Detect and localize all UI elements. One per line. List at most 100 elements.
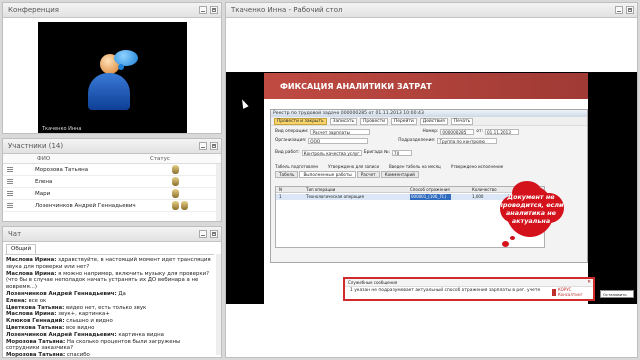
participants-columns: ФИО Статус: [3, 154, 221, 164]
column-n: N: [279, 187, 282, 192]
desktop-panel: Ткаченко Инна - Рабочий стол ФИКСАЦИЯ АН…: [225, 2, 638, 358]
chat-text: звук+, картинка+: [56, 311, 110, 318]
column-qty: Количество: [472, 187, 497, 192]
speech-bubble-tail: [118, 64, 124, 70]
checkbox-month-timesheet[interactable]: Введен табель на месяц: [389, 164, 441, 169]
organization-field[interactable]: ООО: [308, 137, 369, 144]
chat-message: Морозова Татьяна: спасибо: [6, 352, 213, 358]
minimize-icon[interactable]: [199, 142, 207, 150]
logo-text: КОРУС Консалтинг: [557, 287, 583, 297]
organization-label: Организация:: [275, 138, 307, 143]
maximize-icon[interactable]: [210, 230, 218, 238]
selected-cell[interactable]: 000001_(100_TC): [410, 194, 451, 200]
chat-title: Чат: [8, 230, 22, 238]
chat-message: Цветкова Татьяна: видео нет, есть только…: [6, 305, 213, 312]
participants-title: Участники (14): [8, 142, 64, 150]
work-kind-label: Вид работ:: [275, 150, 300, 155]
desktop-title: Ткаченко Инна - Рабочий стол: [231, 6, 343, 14]
speech-bubble-icon: [114, 50, 138, 66]
service-messages-title: Служебные сообщения: [345, 279, 593, 287]
menu-icon[interactable]: [7, 191, 13, 196]
chat-author: Морозова Татьяна:: [6, 352, 66, 358]
goto-button[interactable]: Перейти: [391, 117, 417, 125]
chat-message: Лозенчинков Андрей Геннадьевич: картинка…: [6, 332, 213, 339]
column-name[interactable]: ФИО: [3, 156, 150, 162]
maximize-icon[interactable]: [626, 6, 634, 14]
company-logo: КОРУС Консалтинг: [552, 287, 588, 297]
erp-tabs: Табель Выполненные работы Расчет Коммент…: [275, 171, 419, 178]
conference-panel: Конференция Ткаченко Инна: [2, 2, 222, 134]
stop-button[interactable]: Остановить: [600, 290, 634, 298]
status-checkboxes: Табель подготовлен Утверждено для записи…: [275, 164, 503, 169]
chat-text: Да: [116, 290, 126, 297]
work-kind-field[interactable]: Контроль качества услуг: [301, 149, 362, 156]
minimize-icon[interactable]: [199, 6, 207, 14]
chat-message: Клюков Геннадий: слышно и видно: [6, 318, 213, 325]
save-button[interactable]: Записать: [329, 117, 358, 125]
chat-author: Маслова Ирина:: [6, 270, 57, 277]
chat-text: спасибо: [65, 352, 90, 358]
menu-icon[interactable]: [7, 167, 13, 172]
maximize-icon[interactable]: [210, 142, 218, 150]
participant-name: Лозенчинков Андрей Геннадьевич: [35, 202, 136, 209]
list-item[interactable]: Елена: [3, 176, 221, 188]
participant-name: Мари: [35, 190, 51, 197]
shared-screen: ФИКСАЦИЯ АНАЛИТИКИ ЗАТРАТ Реестр по труд…: [226, 72, 637, 304]
microphone-icon: [172, 200, 179, 210]
menu-icon[interactable]: [7, 203, 13, 208]
tab-completed-work[interactable]: Выполненные работы: [299, 171, 356, 178]
minimize-icon[interactable]: [199, 230, 207, 238]
chat-author: Клюков Геннадий:: [6, 318, 65, 325]
checkbox-timesheet-ready[interactable]: Табель подготовлен: [275, 164, 318, 169]
brigade-field[interactable]: 70: [391, 149, 412, 156]
chat-text: видео нет, есть только звук: [64, 304, 147, 311]
list-item[interactable]: Морозова Татьяна: [3, 164, 221, 176]
erp-window-title: Реестр по трудовой задаче 000000285 от 0…: [271, 110, 587, 117]
scrollbar[interactable]: [216, 164, 221, 221]
minimize-icon[interactable]: [615, 6, 623, 14]
date-label: от:: [476, 129, 483, 134]
microphone-icon: [172, 164, 179, 174]
tab-timesheet[interactable]: Табель: [275, 171, 299, 178]
participants-header: Участники (14): [3, 139, 221, 154]
participant-name: Морозова Татьяна: [35, 166, 89, 173]
row-n: 1: [279, 194, 282, 199]
department-field[interactable]: Группа по контролю: [437, 137, 498, 144]
menu-icon[interactable]: [7, 179, 13, 184]
post-button[interactable]: Провести: [360, 117, 388, 125]
chat-message: Морозова Татьяна: На сколько процентов б…: [6, 339, 213, 353]
erp-toolbar: Провести и закрыть Записать Провести Пер…: [271, 117, 587, 126]
presentation-slide: ФИКСАЦИЯ АНАЛИТИКИ ЗАТРАТ Реестр по труд…: [264, 73, 595, 304]
column-type: Тип операции: [306, 187, 336, 192]
checkbox-approved-exec[interactable]: Утверждено исполнение: [451, 164, 503, 169]
brigade-label: Бригада №:: [363, 150, 390, 155]
slide-title: ФИКСАЦИЯ АНАЛИТИКИ ЗАТРАТ: [264, 73, 588, 99]
close-icon[interactable]: ✕: [587, 280, 591, 285]
mouse-cursor-icon: [239, 98, 249, 109]
row-type: Технологическая операция: [306, 194, 364, 199]
number-field[interactable]: 000000285: [440, 128, 475, 135]
tab-comment[interactable]: Комментарий: [380, 171, 419, 178]
chat-author: Цветкова Татьяна:: [6, 324, 65, 331]
list-item[interactable]: Мари: [3, 188, 221, 200]
participant-name: Елена: [35, 178, 53, 185]
number-label: Номер:: [422, 129, 439, 134]
print-button[interactable]: Печать: [450, 117, 474, 125]
date-field[interactable]: 01.11.2013: [485, 128, 519, 135]
video-caption: Ткаченко Инна: [42, 126, 82, 132]
operation-field[interactable]: Расчет зарплаты: [310, 128, 371, 135]
tab-general[interactable]: Общий: [6, 244, 37, 254]
column-status[interactable]: Статус: [150, 156, 170, 162]
chat-text: слышно и видно: [64, 318, 113, 325]
post-and-close-button[interactable]: Провести и закрыть: [274, 117, 327, 125]
conference-title: Конференция: [8, 6, 59, 14]
tab-calculation[interactable]: Расчет: [356, 171, 380, 178]
chat-author: Лозенчинков Андрей Геннадьевич:: [6, 331, 117, 338]
chat-text: все ок: [26, 297, 47, 304]
chat-message: Елена: все ок: [6, 298, 213, 305]
checkbox-approved-record[interactable]: Утверждено для записи: [328, 164, 379, 169]
list-item[interactable]: Лозенчинков Андрей Геннадьевич: [3, 200, 221, 212]
maximize-icon[interactable]: [210, 6, 218, 14]
actions-button[interactable]: Действия: [419, 117, 448, 125]
scrollbar[interactable]: [216, 254, 221, 355]
